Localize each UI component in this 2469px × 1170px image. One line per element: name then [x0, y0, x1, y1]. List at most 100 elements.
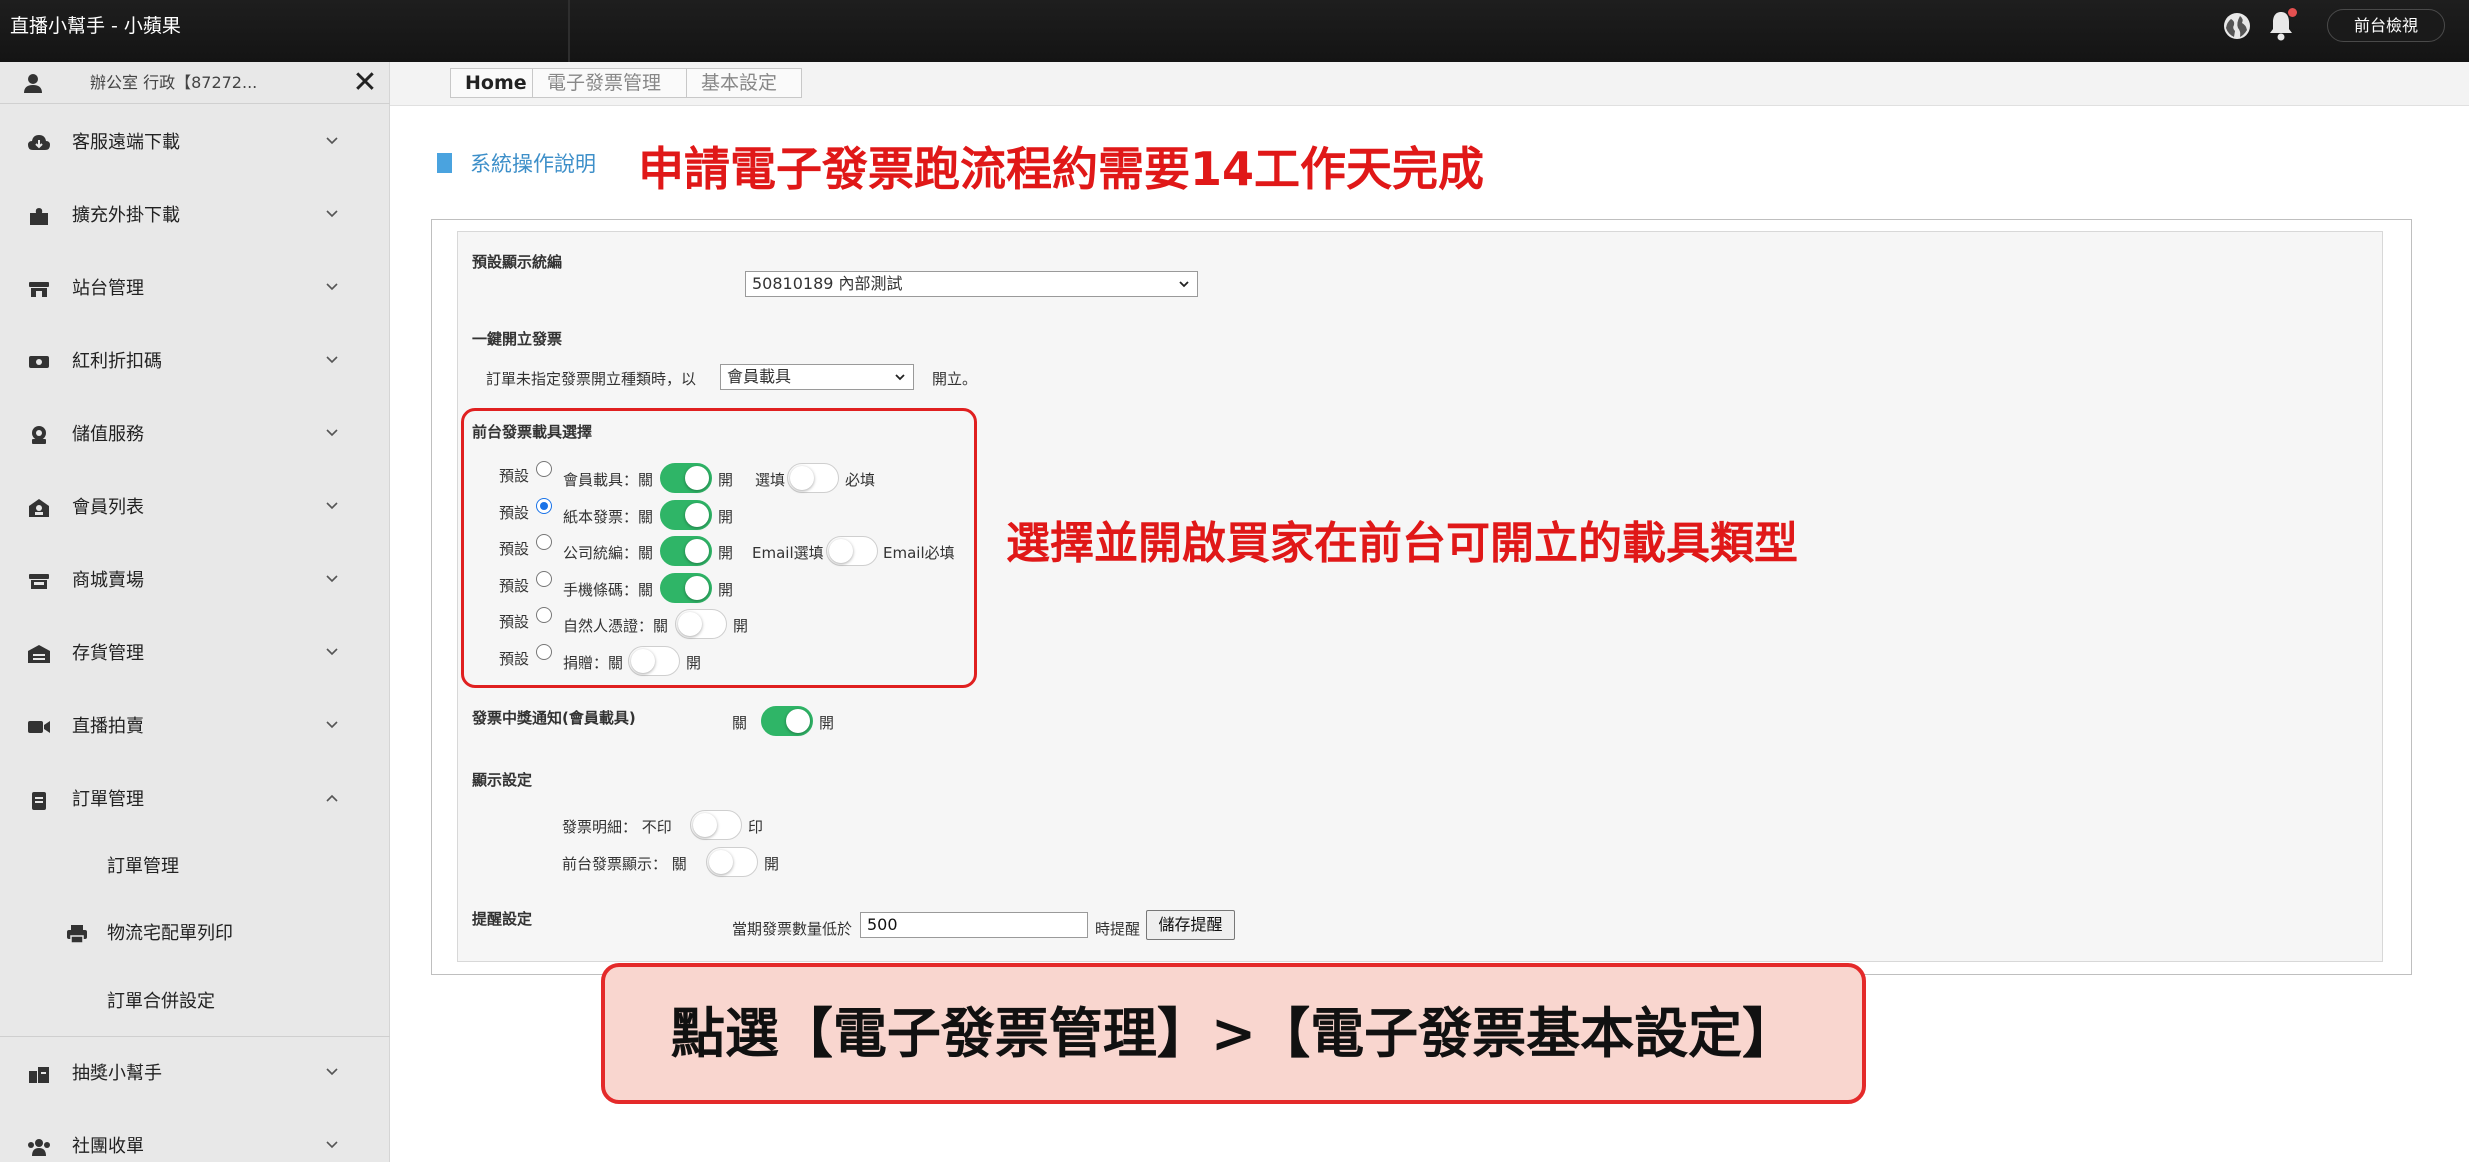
breadcrumb-home[interactable]: Home	[450, 68, 534, 98]
chevron-up-icon	[326, 794, 338, 802]
sidebar-item-label: 抽獎小幫手	[72, 1063, 162, 1084]
display-settings-label: 顯示設定	[472, 771, 533, 789]
warehouse-icon	[28, 645, 50, 663]
default-display-value: 50810189 內部測試	[752, 274, 903, 293]
cloud-download-icon	[28, 135, 50, 150]
instruction-callout: 點選【電子發票管理】>【電子發票基本設定】	[601, 963, 1866, 1104]
sidebar-item-plugin-download[interactable]: 擴充外掛下載	[0, 193, 390, 239]
sidebar-item-mall[interactable]: 商城賣場	[0, 558, 390, 604]
breadcrumb-basic-settings: 基本設定	[686, 68, 802, 98]
top-bar: 直播小幫手 - 小蘋果 前台檢視	[0, 0, 2469, 62]
sidebar-item-lottery[interactable]: 抽獎小幫手	[0, 1051, 390, 1097]
one-click-suffix: 開立。	[932, 370, 978, 388]
chevron-down-icon	[895, 374, 905, 381]
front-view-button[interactable]: 前台檢視	[2327, 9, 2445, 42]
chevron-down-icon	[326, 137, 338, 145]
puzzle-icon	[30, 208, 48, 225]
front-display-toggle[interactable]	[706, 847, 758, 877]
chevron-down-icon	[326, 648, 338, 656]
carrier-highlight-box	[461, 408, 977, 688]
sidebar-subitem-label: 訂單合併設定	[107, 991, 215, 1012]
chevron-down-icon	[326, 356, 338, 364]
invoice-detail-on-label: 印	[748, 818, 764, 836]
clipboard-icon	[32, 792, 46, 810]
one-click-select[interactable]: 會員載具	[720, 364, 914, 390]
app-title: 直播小幫手 - 小蘋果	[10, 15, 181, 37]
sidebar-item-label: 直播拍賣	[72, 716, 144, 737]
close-icon[interactable]: ✕	[352, 68, 378, 98]
sidebar-subitem-order-merge[interactable]: 訂單合併設定	[0, 980, 390, 1024]
invoice-detail-label: 發票明細： 不印	[562, 818, 672, 836]
store-icon	[29, 282, 49, 297]
sidebar-item-member-list[interactable]: 會員列表	[0, 485, 390, 531]
member-icon	[29, 499, 49, 517]
sidebar-item-live-auction[interactable]: 直播拍賣	[0, 704, 390, 750]
sidebar-item-inventory[interactable]: 存貨管理	[0, 631, 390, 677]
chevron-down-icon	[1179, 281, 1189, 288]
front-display-on-label: 開	[764, 855, 780, 873]
one-click-label: 一鍵開立發票	[472, 330, 563, 348]
sidebar-item-label: 社團收單	[72, 1136, 144, 1157]
gift-icon	[29, 1067, 49, 1083]
chevron-down-icon	[326, 1068, 338, 1076]
sidebar-item-label: 儲值服務	[72, 424, 144, 445]
sidebar-item-bonus-coupon[interactable]: 紅利折扣碼	[0, 339, 390, 385]
carrier-annotation: 選擇並開啟買家在前台可開立的載具類型	[1006, 518, 1798, 569]
top-bar-divider	[568, 0, 570, 62]
sidebar-subitem-order-management[interactable]: 訂單管理	[0, 845, 390, 889]
sidebar-item-label: 商城賣場	[72, 570, 144, 591]
reminder-label: 提醒設定	[472, 910, 533, 928]
sidebar-item-label: 紅利折扣碼	[72, 351, 162, 372]
globe-icon[interactable]	[2222, 11, 2252, 41]
chevron-down-icon	[326, 283, 338, 291]
user-icon	[24, 74, 42, 93]
notice-annotation: 申請電子發票跑流程約需要14工作天完成	[638, 142, 1485, 196]
winning-notice-label: 發票中獎通知(會員載具)	[472, 709, 636, 727]
sidebar-subitem-label: 訂單管理	[107, 856, 179, 877]
notification-dot	[2288, 8, 2297, 17]
chevron-down-icon	[326, 721, 338, 729]
default-display-select[interactable]: 50810189 內部測試	[745, 271, 1198, 297]
sidebar-item-stored-value[interactable]: 儲值服務	[0, 412, 390, 458]
sidebar-item-label: 存貨管理	[72, 643, 144, 664]
front-display-label: 前台發票顯示： 關	[562, 855, 687, 873]
default-display-label: 預設顯示統編	[472, 253, 563, 271]
wallet-icon	[32, 426, 46, 444]
breadcrumb-einvoice[interactable]: 電子發票管理	[532, 68, 689, 98]
shop-icon	[29, 574, 49, 589]
chevron-down-icon	[326, 575, 338, 583]
group-icon	[28, 1139, 50, 1156]
one-click-prefix: 訂單未指定發票開立種類時，以	[486, 370, 697, 388]
sidebar-item-site-management[interactable]: 站台管理	[0, 266, 390, 312]
video-icon	[28, 721, 50, 733]
sidebar-item-label: 會員列表	[72, 497, 144, 518]
one-click-value: 會員載具	[727, 367, 792, 386]
sidebar-divider	[0, 1036, 390, 1037]
sidebar-user-name: 辦公室 行政【87272...	[90, 73, 258, 92]
chevron-down-icon	[326, 1141, 338, 1149]
sidebar-item-group-orders[interactable]: 社團收單	[0, 1124, 390, 1170]
sidebar-item-order-management[interactable]: 訂單管理	[0, 777, 390, 823]
sidebar: 辦公室 行政【87272... ✕ 客服遠端下載 擴充外掛下載 站台管理 紅利折…	[0, 62, 390, 1162]
reminder-threshold-input[interactable]: 500	[860, 912, 1088, 938]
reminder-suffix: 時提醒	[1095, 920, 1141, 938]
chevron-down-icon	[326, 502, 338, 510]
winning-off-label: 關	[732, 714, 748, 732]
help-link[interactable]: 系統操作說明	[470, 148, 596, 178]
winning-on-label: 開	[819, 714, 835, 732]
sidebar-item-label: 站台管理	[72, 278, 144, 299]
save-reminder-button[interactable]: 儲存提醒	[1146, 910, 1235, 940]
sidebar-item-label: 擴充外掛下載	[72, 205, 180, 226]
sidebar-item-label: 訂單管理	[72, 789, 144, 810]
printer-icon	[67, 925, 87, 944]
chevron-down-icon	[326, 210, 338, 218]
sidebar-subitem-label: 物流宅配單列印	[107, 923, 233, 944]
breadcrumb: Home 電子發票管理 基本設定	[390, 62, 2469, 106]
reminder-prefix: 當期發票數量低於	[732, 920, 853, 938]
winning-toggle[interactable]	[761, 706, 813, 736]
invoice-detail-toggle[interactable]	[690, 810, 742, 840]
sidebar-item-remote-download[interactable]: 客服遠端下載	[0, 120, 390, 166]
ticket-icon	[29, 356, 49, 368]
sidebar-subitem-logistics-print[interactable]: 物流宅配單列印	[0, 912, 390, 956]
sidebar-user: 辦公室 行政【87272... ✕	[0, 62, 390, 104]
